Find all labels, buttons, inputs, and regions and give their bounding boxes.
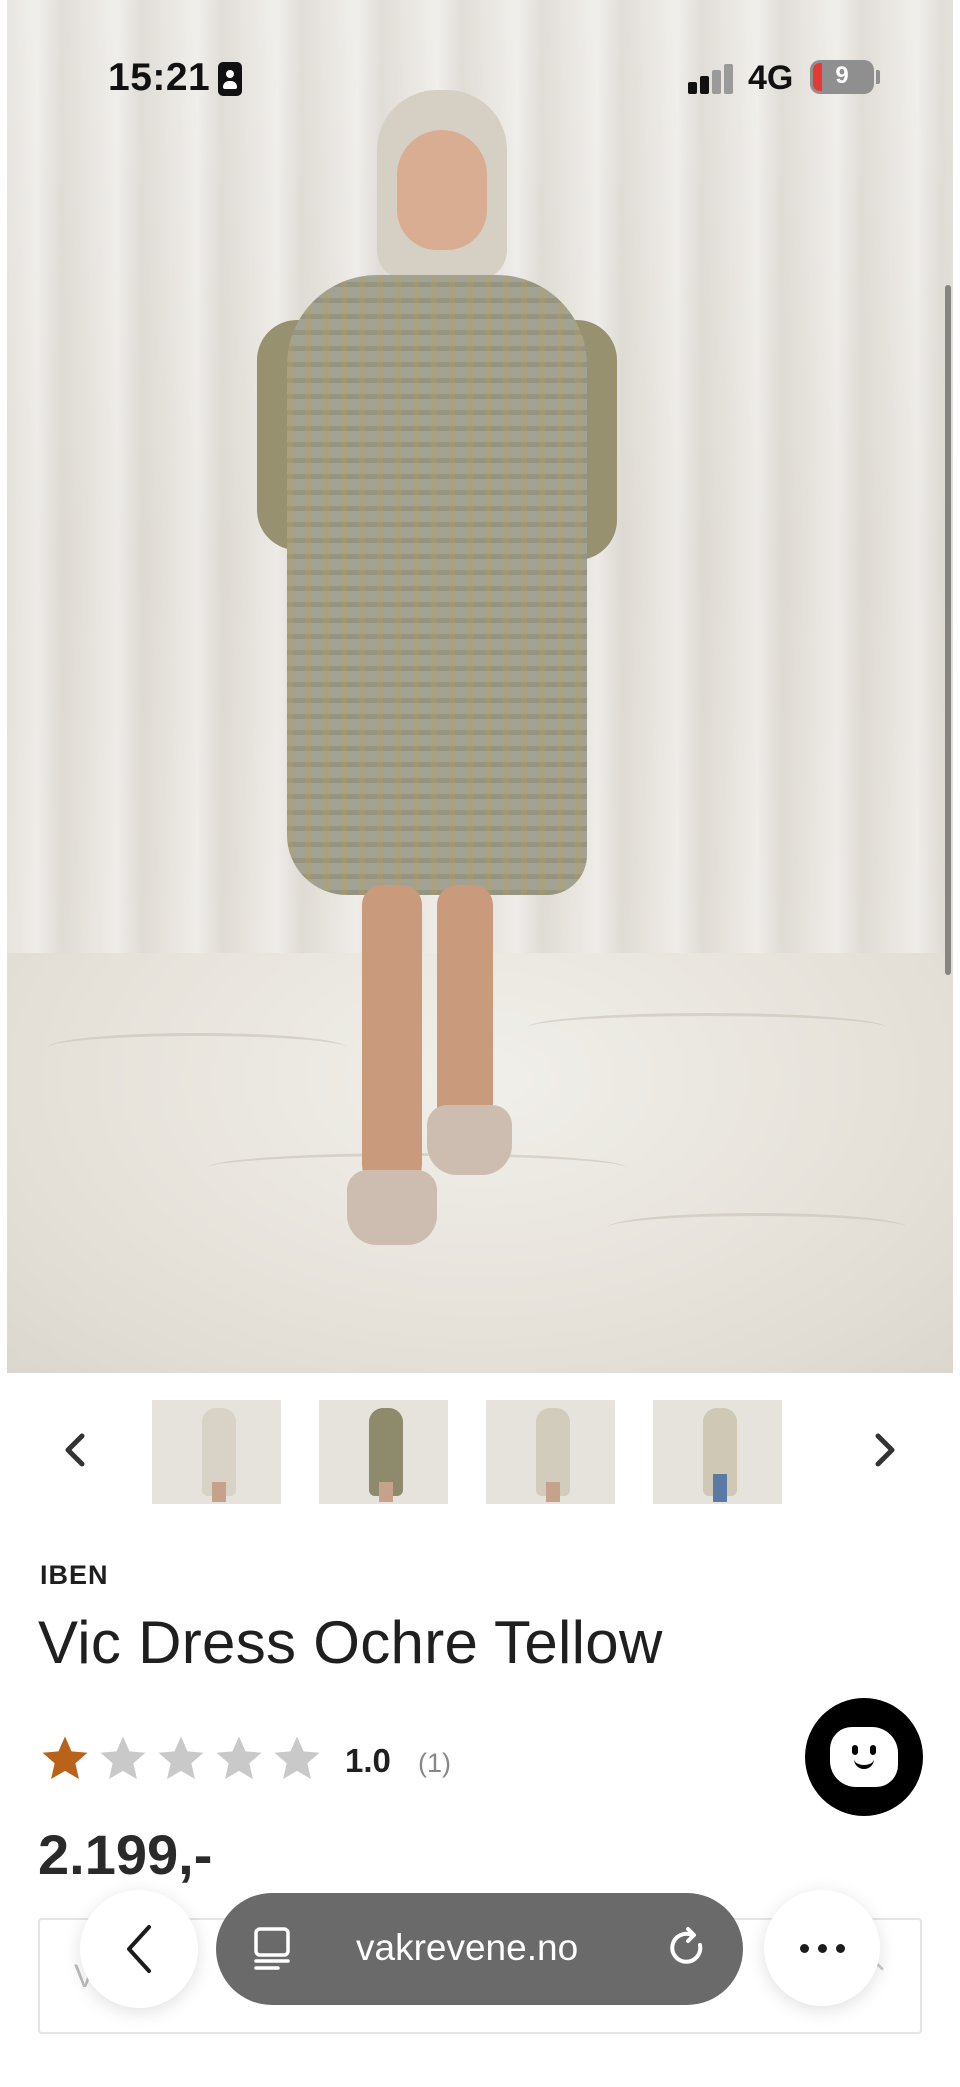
- signal-icon: [688, 64, 734, 94]
- gallery-prev-button[interactable]: [50, 1425, 100, 1475]
- model-leg-left: [362, 885, 422, 1185]
- address-bar-url: vakrevene.no: [356, 1927, 579, 1968]
- chat-face-icon: [830, 1727, 898, 1787]
- thumbnail-leg: [379, 1482, 393, 1502]
- page-scrollbar[interactable]: [945, 285, 951, 975]
- browser-back-button[interactable]: [80, 1890, 198, 2008]
- thumbnail-leg: [212, 1482, 226, 1502]
- sneaker-right: [427, 1105, 512, 1175]
- rating-count[interactable]: (1): [418, 1748, 451, 1779]
- gallery-thumbnail[interactable]: [319, 1400, 448, 1504]
- address-bar[interactable]: vakrevene.no: [216, 1893, 743, 2005]
- fabric-fold: [607, 1213, 907, 1243]
- model-face: [397, 130, 487, 250]
- rating-value: 1.0: [345, 1742, 391, 1779]
- status-time: 15:21: [108, 56, 211, 99]
- model-figure: [247, 90, 627, 1245]
- browser-more-button[interactable]: [764, 1890, 880, 2006]
- gallery-thumbnail[interactable]: [152, 1400, 281, 1504]
- chevron-left-icon: [127, 1925, 151, 1973]
- star-empty-icon: [216, 1736, 262, 1780]
- star-empty-icon: [100, 1736, 146, 1780]
- more-dot: [835, 1943, 845, 1953]
- battery-tip: [876, 70, 880, 84]
- page-menu-icon[interactable]: [252, 1926, 292, 1970]
- chevron-right-icon: [875, 1433, 895, 1467]
- battery-level: 9: [835, 62, 849, 89]
- network-type: 4G: [748, 59, 794, 97]
- product-brand[interactable]: IBEN: [40, 1560, 109, 1591]
- star-empty-icon: [274, 1736, 320, 1780]
- contact-card-icon: [218, 62, 242, 96]
- star-filled-icon: [42, 1736, 88, 1780]
- more-dot: [817, 1943, 827, 1953]
- dress: [287, 275, 587, 895]
- gallery-thumbnail[interactable]: [486, 1400, 615, 1504]
- product-main-image[interactable]: [7, 0, 953, 1373]
- rating-stars[interactable]: [38, 1732, 324, 1786]
- chat-button[interactable]: [805, 1698, 923, 1816]
- sneaker-left: [347, 1170, 437, 1245]
- thumbnail-leg: [546, 1482, 560, 1502]
- gallery-next-button[interactable]: [860, 1425, 910, 1475]
- star-empty-icon: [158, 1736, 204, 1780]
- product-title: Vic Dress Ochre Tellow: [38, 1609, 663, 1676]
- battery-icon: 9: [810, 60, 874, 94]
- thumbnail-jeans: [713, 1474, 727, 1502]
- chevron-left-icon: [65, 1433, 85, 1467]
- gallery-thumbnail[interactable]: [653, 1400, 782, 1504]
- product-price: 2.199,-: [38, 1823, 213, 1886]
- reload-icon[interactable]: [664, 1925, 710, 1971]
- more-dot: [799, 1943, 809, 1953]
